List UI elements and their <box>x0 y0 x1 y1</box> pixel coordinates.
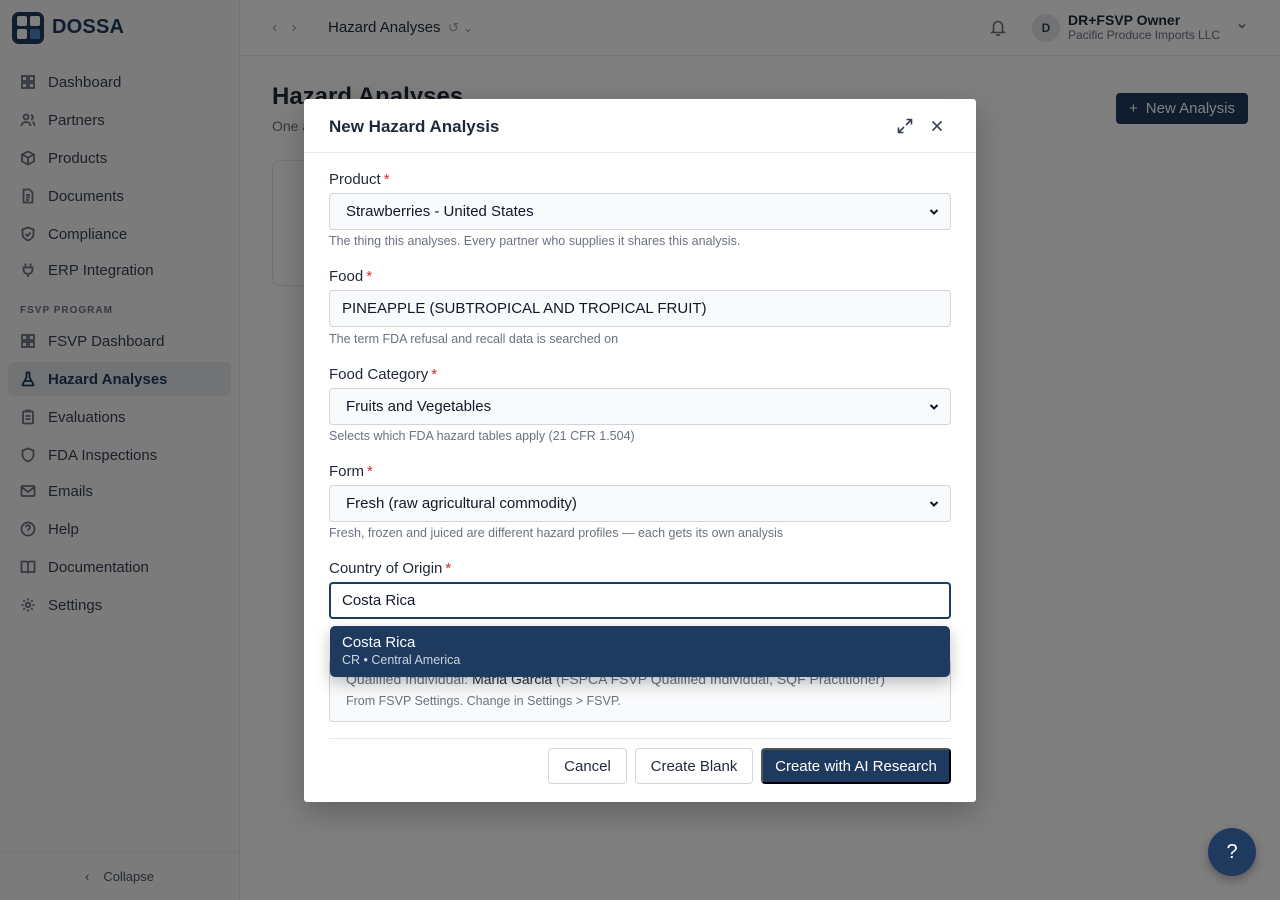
chevron-down-icon <box>929 404 939 410</box>
form-hint: Fresh, frozen and juiced are different h… <box>329 526 784 540</box>
create-blank-button[interactable]: Create Blank <box>635 748 753 784</box>
close-icon[interactable] <box>928 117 946 135</box>
dialog-header: New Hazard Analysis <box>304 99 976 153</box>
cancel-button[interactable]: Cancel <box>548 748 627 784</box>
country-value: Costa Rica <box>342 592 416 609</box>
food-category-label: Food Category * <box>329 366 438 383</box>
form-select[interactable]: Fresh (raw agricultural commodity) <box>329 485 951 522</box>
country-input[interactable]: Costa Rica <box>329 582 951 619</box>
option-name: Costa Rica <box>342 634 416 651</box>
help-button[interactable]: ? <box>1208 828 1256 876</box>
food-label: Food * <box>329 268 373 285</box>
country-label: Country of Origin * <box>329 560 452 577</box>
product-label: Product * <box>329 171 390 188</box>
food-hint: The term FDA refusal and recall data is … <box>329 332 619 346</box>
chevron-down-icon <box>929 501 939 507</box>
product-value: Strawberries - United States <box>346 203 534 220</box>
food-input[interactable]: PINEAPPLE (SUBTROPICAL AND TROPICAL FRUI… <box>329 290 951 327</box>
food-category-hint: Selects which FDA hazard tables apply (2… <box>329 429 635 443</box>
create-with-ai-button[interactable]: Create with AI Research <box>761 748 951 784</box>
required-marker: * <box>445 560 452 577</box>
form-label: Form * <box>329 463 373 480</box>
required-marker: * <box>366 268 373 285</box>
footer-divider <box>329 738 951 739</box>
product-select[interactable]: Strawberries - United States <box>329 193 951 230</box>
chevron-down-icon <box>929 209 939 215</box>
new-hazard-analysis-dialog: New Hazard Analysis Product * Strawberrie… <box>304 99 976 802</box>
option-meta: CR • Central America <box>342 653 461 667</box>
food-value: PINEAPPLE (SUBTROPICAL AND TROPICAL FRUI… <box>342 300 707 317</box>
required-marker: * <box>367 463 373 480</box>
food-category-select[interactable]: Fruits and Vegetables <box>329 388 951 425</box>
country-option-costa-rica[interactable]: Costa Rica CR • Central America <box>330 626 950 677</box>
product-hint: The thing this analyses. Every partner w… <box>329 234 741 248</box>
dialog-title: New Hazard Analysis <box>329 117 500 136</box>
qualified-individual-note: From FSVP Settings. Change in Settings >… <box>346 694 622 708</box>
required-marker: * <box>383 171 390 188</box>
required-marker: * <box>431 366 438 383</box>
food-category-value: Fruits and Vegetables <box>346 398 492 415</box>
expand-icon[interactable] <box>896 117 914 135</box>
form-value: Fresh (raw agricultural commodity) <box>346 495 577 512</box>
